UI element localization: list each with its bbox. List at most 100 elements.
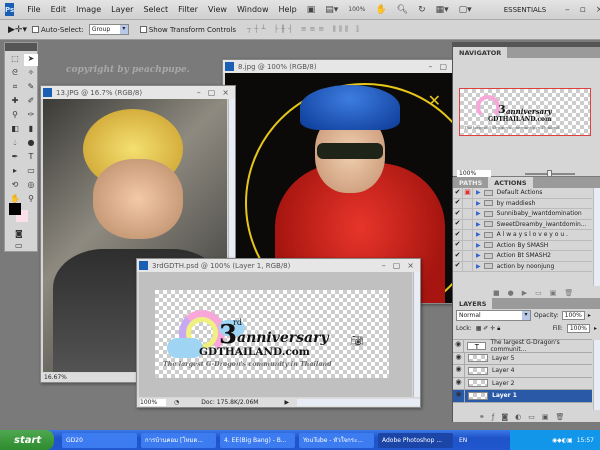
check-icon[interactable]: ✔ xyxy=(453,250,463,261)
expand-icon[interactable]: ▶ xyxy=(476,231,481,238)
crop-tool-icon[interactable]: ⌗ xyxy=(8,82,22,94)
check-icon[interactable]: ✔ xyxy=(453,219,463,230)
pen-tool-icon[interactable]: ✒ xyxy=(8,152,22,164)
task-winamp[interactable]: 4. EE(Big Bang) - B... xyxy=(220,432,295,448)
eye-icon[interactable]: ◉ xyxy=(453,377,465,389)
minimize-icon[interactable]: – xyxy=(428,62,432,71)
foreground-color[interactable] xyxy=(9,203,21,215)
arrange-icon[interactable]: ▦▾ xyxy=(436,5,449,15)
type-tool-icon[interactable]: T xyxy=(24,152,38,164)
lock-icons[interactable]: ▦ ✐ ✛ 🔒︎ xyxy=(476,325,501,333)
task-photoshop[interactable]: Adobe Photoshop ... xyxy=(378,432,453,448)
menu-file[interactable]: File xyxy=(22,5,45,14)
opacity-arrow-icon[interactable]: ▸ xyxy=(588,312,591,319)
status-arrow-icon[interactable]: ▶ xyxy=(284,399,289,406)
align-icons[interactable]: ┬┼┴ ├╫┤ ≡≡≡ ⫼⫼⫼ ⫿ xyxy=(247,25,362,34)
start-button[interactable]: start xyxy=(0,430,54,450)
action-set-item[interactable]: ✔ ▣ ▶ Default Actions xyxy=(453,187,592,199)
canvas[interactable]: 3 rd anniversary 📷︎ GDTHAILAND.com The l… xyxy=(155,290,389,378)
maximize-icon[interactable]: ▢ xyxy=(208,88,216,97)
dialog-toggle[interactable] xyxy=(463,219,473,230)
screen-icon[interactable]: ▢▾ xyxy=(459,5,472,15)
eye-icon[interactable]: ◉ xyxy=(453,340,465,352)
expand-icon[interactable]: ▶ xyxy=(476,200,481,207)
opacity-field[interactable]: 100% xyxy=(561,311,585,320)
show-transform-checkbox[interactable]: Show Transform Controls xyxy=(139,26,236,34)
check-icon[interactable]: ✔ xyxy=(453,208,463,219)
rotate-view-icon[interactable]: ↻ xyxy=(418,5,426,15)
close-icon[interactable]: × xyxy=(407,261,414,270)
lasso-tool-icon[interactable]: ᘓ xyxy=(8,68,22,80)
menu-help[interactable]: Help xyxy=(273,5,301,14)
action-set-item[interactable]: ✔ ▶ Action By SMASH xyxy=(453,240,592,251)
path-select-icon[interactable]: ▸ xyxy=(8,166,22,178)
task-gd20[interactable]: GD20 xyxy=(62,432,137,448)
menu-layer[interactable]: Layer xyxy=(106,5,138,14)
layer-row[interactable]: ◉ Layer 4 xyxy=(453,365,592,378)
menu-view[interactable]: View xyxy=(203,5,232,14)
zoom-icon[interactable]: 🔍︎ xyxy=(397,5,408,15)
zoom-field[interactable]: 16.67% xyxy=(44,374,67,381)
dialog-toggle[interactable] xyxy=(463,229,473,240)
zoom-tool-icon[interactable]: ⚲ xyxy=(24,194,38,206)
action-set-item[interactable]: ✔ ▶ Sunnibaby_iwantdomination xyxy=(453,208,592,220)
action-set-item[interactable]: ✔ ▶ SweetDreamby_iwantdomin... xyxy=(453,219,592,230)
window-title-bar[interactable]: 8.jpg @ 100% (RGB/8) – ▢ xyxy=(223,60,453,73)
dialog-toggle[interactable] xyxy=(463,240,473,251)
tab-actions[interactable]: ACTIONS xyxy=(488,177,533,188)
expand-icon[interactable]: ▶ xyxy=(476,210,481,217)
layer-row[interactable]: ◉ T The largest G-Dragon's communit... xyxy=(453,339,592,353)
minimize-icon[interactable]: – xyxy=(382,261,386,270)
move-tool-icon[interactable]: ➤ xyxy=(24,54,38,66)
window-title-bar[interactable]: 3rdGDTH.psd @ 100% (Layer 1, RGB/8) – ▢ × xyxy=(137,259,420,272)
gradient-icon[interactable]: ▮ xyxy=(24,124,38,136)
dialog-toggle[interactable] xyxy=(463,250,473,261)
eraser-icon[interactable]: ◧ xyxy=(8,124,22,136)
dialog-toggle[interactable] xyxy=(463,208,473,219)
fill-arrow-icon[interactable]: ▸ xyxy=(594,325,597,332)
expand-icon[interactable]: ▶ xyxy=(476,221,481,228)
menu-window[interactable]: Window xyxy=(232,5,274,14)
layers-scrollbar[interactable] xyxy=(593,340,600,410)
check-icon[interactable]: ✔ xyxy=(453,187,463,198)
eye-icon[interactable]: ◉ xyxy=(453,390,465,402)
task-youtube[interactable]: YouTube - หัวใจกระ... xyxy=(299,432,374,448)
check-icon[interactable]: ✔ xyxy=(453,198,463,209)
check-icon[interactable]: ✔ xyxy=(453,240,463,251)
menu-edit[interactable]: Edit xyxy=(46,5,72,14)
minimize-icon[interactable]: – xyxy=(197,88,201,97)
navigator-zoom-slider[interactable] xyxy=(525,170,575,177)
brush-tool-icon[interactable]: ✐ xyxy=(24,96,38,108)
screen-mode-icon[interactable]: ▤▾ xyxy=(325,5,338,15)
tab-layers[interactable]: LAYERS xyxy=(453,298,493,309)
action-set-item[interactable]: ✔ ▶ Action Bt SMASH2 xyxy=(453,250,592,262)
magic-wand-icon[interactable]: ✧ xyxy=(24,68,38,80)
clone-stamp-icon[interactable]: ⚲ xyxy=(8,110,22,122)
status-menu-icon[interactable]: ◔ xyxy=(174,399,179,406)
eye-icon[interactable]: ◉ xyxy=(453,365,465,377)
actions-scrollbar[interactable] xyxy=(593,188,600,286)
expand-icon[interactable]: ▶ xyxy=(476,263,481,270)
window-3rdgdth-psd[interactable]: 3rdGDTH.psd @ 100% (Layer 1, RGB/8) – ▢ × 3… xyxy=(136,258,421,408)
slider-thumb[interactable] xyxy=(547,170,552,177)
restore-icon[interactable]: ▫ xyxy=(580,5,586,15)
bridge-icon[interactable]: ▣ xyxy=(307,5,316,15)
actions-footer-icons[interactable]: ■●▶▭▣🗑︎ xyxy=(493,289,581,297)
action-set-item[interactable]: ✔ ▶ action by noonjung xyxy=(453,261,592,272)
language-indicator[interactable]: EN xyxy=(459,437,467,444)
tab-navigator[interactable]: NAVIGATOR xyxy=(453,47,508,58)
eye-icon[interactable]: ◉ xyxy=(453,352,465,364)
auto-select-dropdown[interactable]: Group ▾ xyxy=(88,24,129,35)
menu-image[interactable]: Image xyxy=(71,5,106,14)
window-title-bar[interactable]: 13.JPG @ 16.7% (RGB/8) – ▢ × xyxy=(41,86,235,99)
menu-filter[interactable]: Filter xyxy=(173,5,203,14)
hand-icon[interactable]: ✋ xyxy=(375,5,386,15)
eyedropper-icon[interactable]: ✎ xyxy=(24,82,38,94)
dialog-toggle[interactable] xyxy=(463,198,473,209)
horizontal-scrollbar[interactable] xyxy=(297,399,420,406)
quick-mask-icon[interactable]: ◙ xyxy=(15,229,23,241)
close-icon[interactable]: × xyxy=(222,88,229,97)
3d-orbit-icon[interactable]: ◎ xyxy=(24,180,38,192)
zoom-field[interactable]: 100% xyxy=(140,399,166,406)
tray-icons[interactable]: ◉◆◐▣ xyxy=(552,437,573,444)
